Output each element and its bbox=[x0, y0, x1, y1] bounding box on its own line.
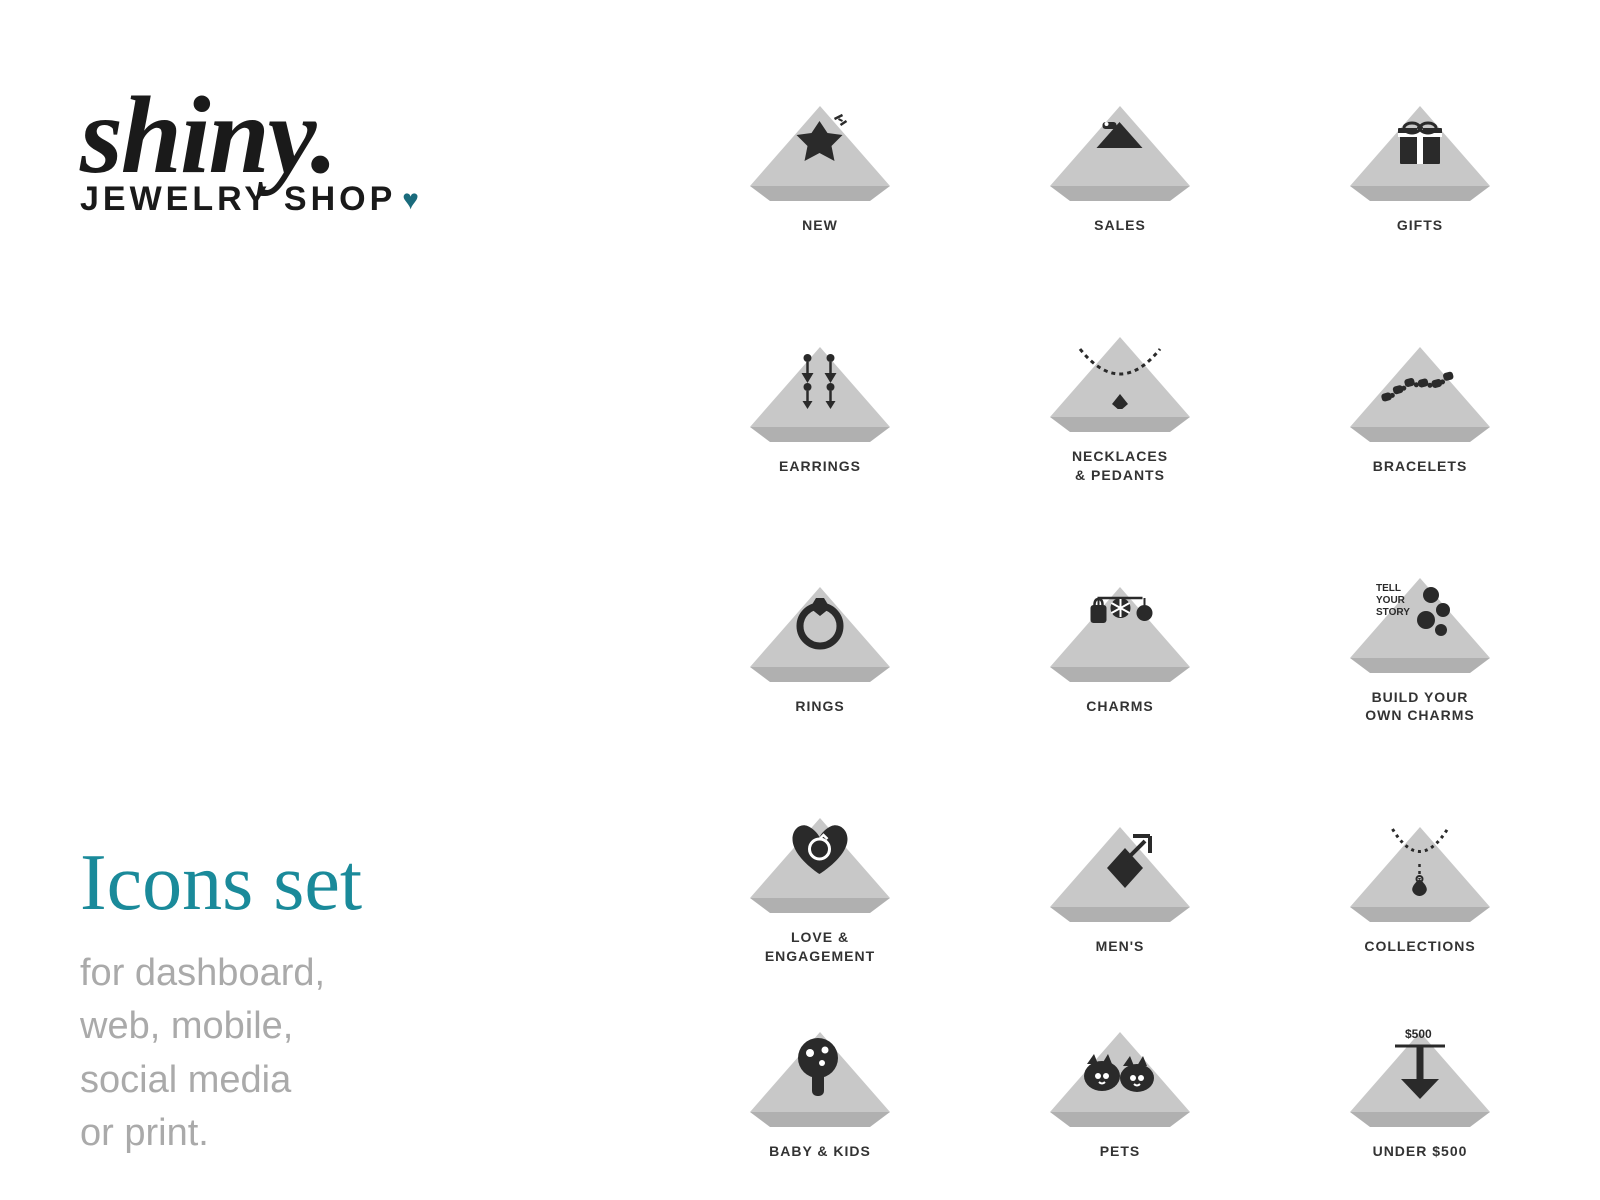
love-icon bbox=[788, 819, 853, 884]
category-necklaces[interactable]: NECKLACES& PEDANTS bbox=[1020, 307, 1220, 483]
build-charms-icon: TELL YOUR STORY bbox=[1371, 575, 1461, 650]
category-under500[interactable]: $500 UNDER $500 bbox=[1320, 1002, 1520, 1160]
mens-icon bbox=[1085, 828, 1155, 893]
sales-icon bbox=[1093, 118, 1148, 168]
category-rings[interactable]: RINGS bbox=[720, 557, 920, 715]
category-baby-label: BABY & KIDS bbox=[769, 1142, 871, 1160]
category-earrings-label: EARRINGS bbox=[779, 457, 861, 475]
svg-text:TELL: TELL bbox=[1376, 583, 1401, 594]
category-build-charms-label: BUILD YOUROWN CHARMS bbox=[1365, 688, 1475, 724]
rings-icon bbox=[790, 586, 850, 651]
svg-text:STORY: STORY bbox=[1376, 607, 1410, 618]
category-earrings[interactable]: EARRINGS bbox=[720, 317, 920, 475]
svg-text:$500: $500 bbox=[1405, 1027, 1432, 1041]
category-mens[interactable]: MEN'S bbox=[1020, 797, 1220, 955]
logo-brand: shiny. bbox=[80, 80, 560, 190]
category-love[interactable]: LOVE &ENGAGEMENT bbox=[720, 788, 920, 964]
category-under500-label: UNDER $500 bbox=[1373, 1142, 1468, 1160]
under500-icon: $500 bbox=[1385, 1024, 1455, 1104]
category-gifts[interactable]: GIFTS bbox=[1320, 76, 1520, 234]
category-pets-label: PETS bbox=[1100, 1142, 1141, 1160]
logo-area: shiny. JEWELRY SHOP ♥ bbox=[80, 80, 560, 219]
category-grid: NEW SALES bbox=[620, 0, 1600, 1200]
category-new-label: NEW bbox=[802, 216, 838, 234]
collections-icon bbox=[1383, 824, 1458, 899]
category-gifts-label: GIFTS bbox=[1397, 216, 1443, 234]
category-collections-label: COLLECTIONS bbox=[1364, 937, 1475, 955]
category-build-charms[interactable]: TELL YOUR STORY BUILD YOUROWN CHARMS bbox=[1320, 548, 1520, 724]
category-love-label: LOVE &ENGAGEMENT bbox=[765, 928, 875, 964]
category-collections[interactable]: COLLECTIONS bbox=[1320, 797, 1520, 955]
svg-text:YOUR: YOUR bbox=[1376, 595, 1406, 606]
category-charms-label: CHARMS bbox=[1086, 697, 1153, 715]
baby-icon bbox=[790, 1028, 850, 1098]
icons-set-description: for dashboard,web, mobile,social mediaor… bbox=[80, 947, 560, 1160]
category-charms[interactable]: CHARMS bbox=[1020, 557, 1220, 715]
category-bracelets-label: BRACELETS bbox=[1373, 457, 1468, 475]
heart-icon: ♥ bbox=[402, 184, 423, 216]
category-necklaces-label: NECKLACES& PEDANTS bbox=[1072, 447, 1168, 483]
icons-set-title: Icons set bbox=[80, 839, 560, 927]
pets-icon bbox=[1080, 1038, 1160, 1098]
earrings-icon bbox=[793, 353, 848, 413]
logo-subtitle: JEWELRY SHOP ♥ bbox=[80, 180, 560, 219]
necklaces-icon bbox=[1070, 339, 1170, 409]
category-mens-label: MEN'S bbox=[1096, 937, 1145, 955]
category-pets[interactable]: PETS bbox=[1020, 1002, 1220, 1160]
category-sales[interactable]: SALES bbox=[1020, 76, 1220, 234]
icons-set-section: Icons set for dashboard,web, mobile,soci… bbox=[80, 839, 560, 1160]
bracelets-icon bbox=[1379, 365, 1469, 415]
category-new[interactable]: NEW bbox=[720, 76, 920, 234]
category-rings-label: RINGS bbox=[795, 697, 844, 715]
category-sales-label: SALES bbox=[1094, 216, 1146, 234]
new-icon bbox=[793, 113, 848, 168]
category-baby[interactable]: BABY & KIDS bbox=[720, 1002, 920, 1160]
gifts-icon bbox=[1395, 112, 1445, 170]
category-bracelets[interactable]: BRACELETS bbox=[1320, 317, 1520, 475]
charms-icon bbox=[1083, 593, 1158, 653]
